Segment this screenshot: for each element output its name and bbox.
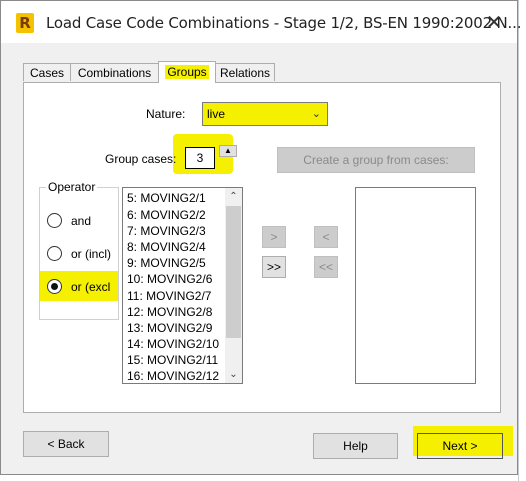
tab-combinations-label: Combinations xyxy=(77,66,152,80)
cases-list-scrollbar[interactable]: ⌃ ⌄ xyxy=(225,188,242,383)
add-one-button[interactable]: > xyxy=(262,226,286,248)
window-title: Load Case Code Combinations - Stage 1/2,… xyxy=(46,14,522,32)
operator-or-excl-label: or (excl xyxy=(71,280,111,294)
tab-relations[interactable]: Relations xyxy=(215,63,275,81)
list-item[interactable]: 13: MOVING2/9 xyxy=(127,320,212,336)
scroll-thumb[interactable] xyxy=(226,206,241,338)
list-item[interactable]: 5: MOVING2/1 xyxy=(127,190,206,206)
list-item[interactable]: 12: MOVING2/8 xyxy=(127,304,212,320)
operator-or-incl-label: or (incl) xyxy=(71,247,112,261)
group-cases-label: Group cases: xyxy=(105,152,177,166)
remove-one-button-label: < xyxy=(322,230,330,244)
tab-cases-label: Cases xyxy=(29,66,64,80)
group-cases-spin-up-button[interactable]: ▲ xyxy=(219,145,237,157)
group-cases-input[interactable]: 3 xyxy=(185,147,215,169)
operator-or-incl-radio[interactable] xyxy=(47,246,62,261)
help-button-label: Help xyxy=(343,439,368,453)
list-item[interactable]: 8: MOVING2/4 xyxy=(127,239,206,255)
background-grid-line xyxy=(518,0,519,481)
operator-title: Operator xyxy=(46,180,98,194)
add-all-button-label: >> xyxy=(266,260,281,274)
remove-all-button[interactable]: << xyxy=(314,256,338,278)
back-button-label: < Back xyxy=(47,437,85,451)
next-button[interactable]: Next > xyxy=(417,433,503,459)
list-item[interactable]: 6: MOVING2/2 xyxy=(127,207,206,223)
nature-select-value: live xyxy=(207,107,226,121)
triangle-up-icon: ▲ xyxy=(224,146,232,155)
operator-and-label: and xyxy=(71,214,92,228)
scroll-up-arrow-icon[interactable]: ⌃ xyxy=(225,188,242,205)
chevron-down-icon: ⌄ xyxy=(311,108,321,120)
list-item[interactable]: 11: MOVING2/7 xyxy=(127,288,211,304)
back-button[interactable]: < Back xyxy=(23,431,109,457)
operator-and-radio[interactable] xyxy=(47,213,62,228)
list-item[interactable]: 16: MOVING2/12 xyxy=(127,368,219,383)
remove-one-button[interactable]: < xyxy=(314,226,338,248)
tab-cases[interactable]: Cases xyxy=(23,63,71,81)
tab-relations-label: Relations xyxy=(219,66,271,80)
scroll-down-arrow-icon[interactable]: ⌄ xyxy=(225,366,242,383)
nature-label: Nature: xyxy=(146,107,186,121)
add-all-button[interactable]: >> xyxy=(262,256,286,278)
close-button[interactable]: ✕ xyxy=(483,11,505,33)
group-cases-list[interactable] xyxy=(355,187,476,384)
robot-app-icon: R xyxy=(16,13,34,33)
tab-groups[interactable]: Groups xyxy=(158,61,216,83)
next-button-label: Next > xyxy=(442,439,478,453)
list-item[interactable]: 7: MOVING2/3 xyxy=(127,223,206,239)
create-group-button[interactable]: Create a group from cases: xyxy=(277,147,475,173)
operator-or-excl-radio[interactable] xyxy=(47,279,62,294)
remove-all-button-label: << xyxy=(318,260,333,274)
available-cases-list[interactable]: 5: MOVING2/1 6: MOVING2/2 7: MOVING2/3 8… xyxy=(122,187,243,384)
create-group-button-label: Create a group from cases: xyxy=(303,153,449,167)
tab-groups-label: Groups xyxy=(165,65,209,79)
title-bar: R Load Case Code Combinations - Stage 1/… xyxy=(1,1,521,43)
dialog-window: R Load Case Code Combinations - Stage 1/… xyxy=(0,0,521,475)
add-one-button-label: > xyxy=(270,230,278,244)
list-item[interactable]: 9: MOVING2/5 xyxy=(127,255,206,271)
nature-select[interactable]: live ⌄ xyxy=(202,102,328,126)
list-item[interactable]: 10: MOVING2/6 xyxy=(127,271,212,287)
tab-combinations[interactable]: Combinations xyxy=(70,63,159,81)
list-item[interactable]: 14: MOVING2/10 xyxy=(127,336,219,352)
list-item[interactable]: 15: MOVING2/11 xyxy=(127,352,218,368)
help-button[interactable]: Help xyxy=(313,433,398,459)
